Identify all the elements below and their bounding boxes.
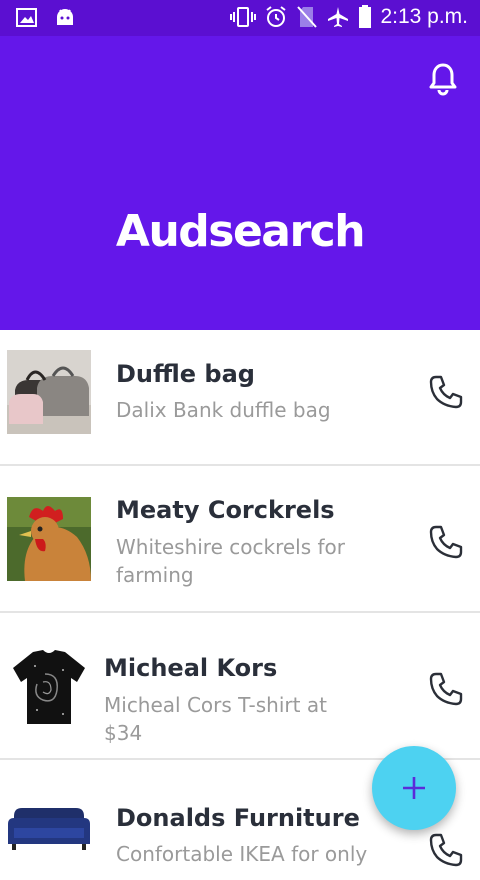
image-icon: [16, 8, 37, 27]
list-item[interactable]: Micheal Kors Micheal Cors T-shirt at $34: [0, 613, 480, 760]
item-subtitle: Confortable IKEA for only: [116, 842, 368, 866]
plus-icon: [403, 777, 425, 799]
list-item[interactable]: Duffle bag Dalix Bank duffle bag: [0, 330, 480, 466]
item-title: Meaty Corckrels: [116, 496, 335, 524]
list-item[interactable]: Meaty Corckrels Whiteshire cockrels for …: [0, 466, 480, 613]
battery-icon: [359, 5, 372, 28]
phone-icon[interactable]: [428, 374, 464, 410]
item-title: Micheal Kors: [104, 654, 278, 682]
status-bar: 2:13 p.m.: [0, 0, 480, 36]
item-subtitle: Dalix Bank duffle bag: [116, 398, 331, 422]
add-button[interactable]: [372, 746, 456, 830]
item-subtitle: Whiteshire cockrels for farming: [116, 535, 345, 587]
app-header: Audsearch: [0, 36, 480, 330]
status-time: 2:13 p.m.: [380, 5, 468, 28]
no-sim-icon: [297, 6, 318, 28]
duffle-bag-thumbnail: [7, 350, 91, 434]
airplane-icon: [328, 7, 349, 27]
vibrate-icon: [230, 7, 257, 27]
phone-icon[interactable]: [428, 671, 464, 707]
bell-icon[interactable]: [428, 62, 458, 96]
item-title: Duffle bag: [116, 360, 255, 388]
alarm-icon: [266, 6, 287, 27]
item-subtitle: Micheal Cors T-shirt at $34: [104, 693, 327, 745]
tshirt-thumbnail: [7, 644, 91, 728]
app-title: Audsearch: [115, 206, 366, 257]
phone-icon[interactable]: [428, 524, 464, 560]
android-icon: [57, 9, 73, 25]
rooster-thumbnail: [7, 497, 91, 581]
sofa-thumbnail: [4, 788, 94, 858]
phone-icon[interactable]: [428, 832, 464, 868]
item-title: Donalds Furniture: [116, 804, 360, 832]
